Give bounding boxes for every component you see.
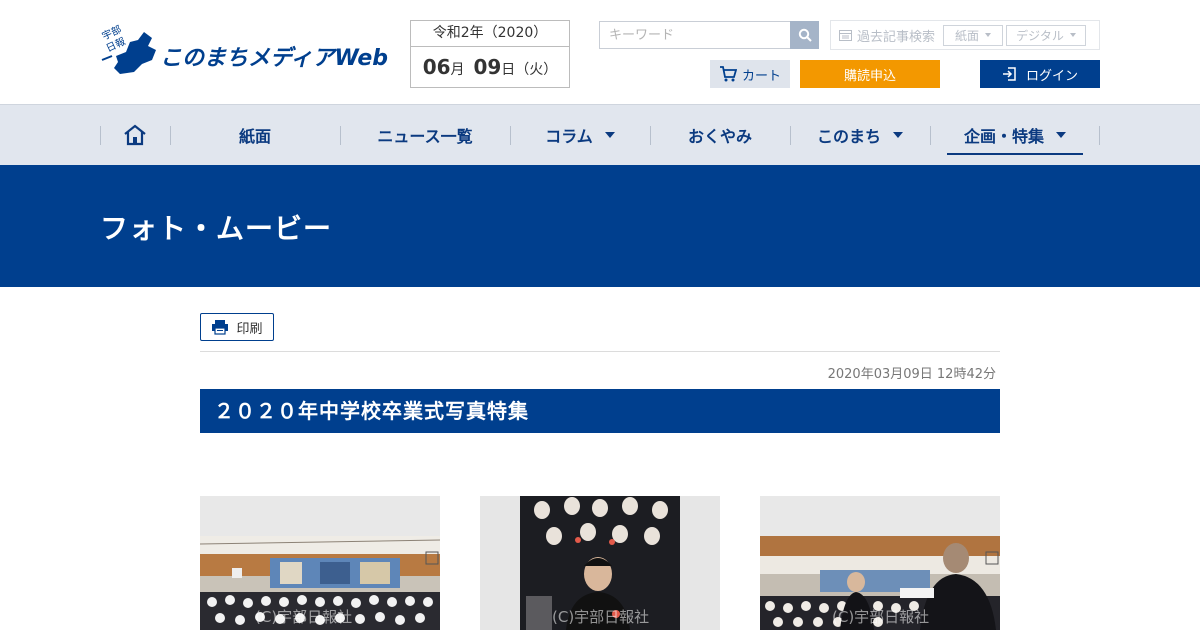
search-box — [599, 21, 819, 49]
divider — [200, 351, 1000, 352]
nav-item-features[interactable]: 企画・特集 — [930, 105, 1100, 165]
site-logo[interactable]: 宇部 日報 このまちメディアWeb — [100, 22, 392, 78]
section-banner: フォト・ムービー — [0, 165, 1200, 287]
logo-map-badge: 宇部 日報 — [100, 24, 156, 74]
photo-thumbnail[interactable]: (C)宇部日報社 — [760, 496, 1000, 630]
date-weekday: （火） — [515, 62, 558, 78]
archive-select-paper-label: 紙面 — [955, 28, 980, 43]
date-era: 令和2年（2020） — [411, 21, 569, 47]
date-month: 06 — [422, 55, 451, 79]
date-day-unit: 日 — [501, 62, 516, 78]
nav-item-paper-label: 紙面 — [238, 127, 271, 146]
photo-watermark: (C)宇部日報社 — [255, 608, 353, 626]
cart-button[interactable]: カート — [710, 60, 790, 88]
print-label: 印刷 — [236, 321, 263, 337]
login-label: ログイン — [1025, 68, 1078, 84]
nav-item-column-label: コラム — [545, 127, 593, 146]
photo-thumbnail[interactable]: (C)宇部日報社 — [480, 496, 720, 630]
caret-down-icon — [1056, 132, 1066, 138]
cart-label: カート — [741, 68, 781, 84]
global-nav: 紙面 ニュース一覧 コラム おくやみ このまち 企画・特集 — [0, 104, 1200, 165]
photo-thumbnail[interactable]: (C)宇部日報社 — [200, 496, 440, 630]
archive-label-text: 過去記事検索 — [857, 29, 936, 45]
photo-watermark: (C)宇部日報社 — [832, 608, 930, 626]
login-button[interactable]: ログイン — [980, 60, 1100, 88]
article-title: ２０２０年中学校卒業式写真特集 — [200, 389, 1000, 433]
print-button[interactable]: 印刷 — [200, 313, 274, 341]
nav-item-konomachi[interactable]: このまち — [790, 105, 930, 165]
printer-icon — [212, 320, 229, 335]
chevron-down-icon — [985, 33, 992, 37]
archive-select-paper[interactable]: 紙面 — [943, 24, 1004, 46]
site-header: 宇部 日報 このまちメディアWeb 令和2年（2020） 06月 09日（火） — [0, 0, 1200, 104]
search-input[interactable] — [599, 21, 790, 49]
nav-item-obituary[interactable]: おくやみ — [650, 105, 790, 165]
caret-down-icon — [893, 132, 903, 138]
subscribe-label: 購読申込 — [843, 68, 896, 84]
nav-item-paper[interactable]: 紙面 — [170, 105, 340, 165]
nav-item-column[interactable]: コラム — [510, 105, 650, 165]
photo-watermark: (C)宇部日報社 — [552, 608, 650, 626]
search-button[interactable] — [790, 21, 819, 49]
archive-select-digital[interactable]: デジタル — [1006, 24, 1087, 46]
nav-item-news-label: ニュース一覧 — [377, 127, 473, 146]
nav-item-news[interactable]: ニュース一覧 — [340, 105, 510, 165]
nav-inner: 紙面 ニュース一覧 コラム おくやみ このまち 企画・特集 — [100, 105, 1100, 165]
login-icon — [1002, 67, 1016, 81]
logo-text: このまちメディアWeb — [160, 46, 388, 71]
nav-item-konomachi-label: このまち — [816, 127, 881, 146]
home-icon — [124, 124, 146, 146]
date-month-day: 06月 09日（火） — [411, 47, 569, 87]
article-timestamp: 2020年03月09日 12時42分 — [827, 367, 996, 382]
nav-item-features-label: 企画・特集 — [963, 127, 1044, 146]
search-icon — [798, 28, 812, 42]
nav-divider — [1099, 126, 1100, 145]
date-month-unit: 月 — [450, 62, 465, 78]
nav-active-indicator — [947, 153, 1083, 155]
date-display: 令和2年（2020） 06月 09日（火） — [410, 20, 570, 88]
archive-search: 過去記事検索 紙面 デジタル — [830, 20, 1100, 50]
calendar-icon — [839, 30, 852, 41]
chevron-down-icon — [1069, 33, 1076, 37]
archive-label[interactable]: 過去記事検索 — [839, 26, 935, 45]
date-day: 09 — [473, 55, 502, 79]
section-title: フォト・ムービー — [100, 212, 333, 245]
caret-down-icon — [604, 132, 615, 138]
subscribe-button[interactable]: 購読申込 — [800, 60, 940, 88]
nav-item-obituary-label: おくやみ — [687, 127, 752, 146]
archive-select-digital-label: デジタル — [1016, 28, 1064, 43]
nav-home[interactable] — [100, 105, 170, 165]
cart-icon — [719, 66, 737, 82]
